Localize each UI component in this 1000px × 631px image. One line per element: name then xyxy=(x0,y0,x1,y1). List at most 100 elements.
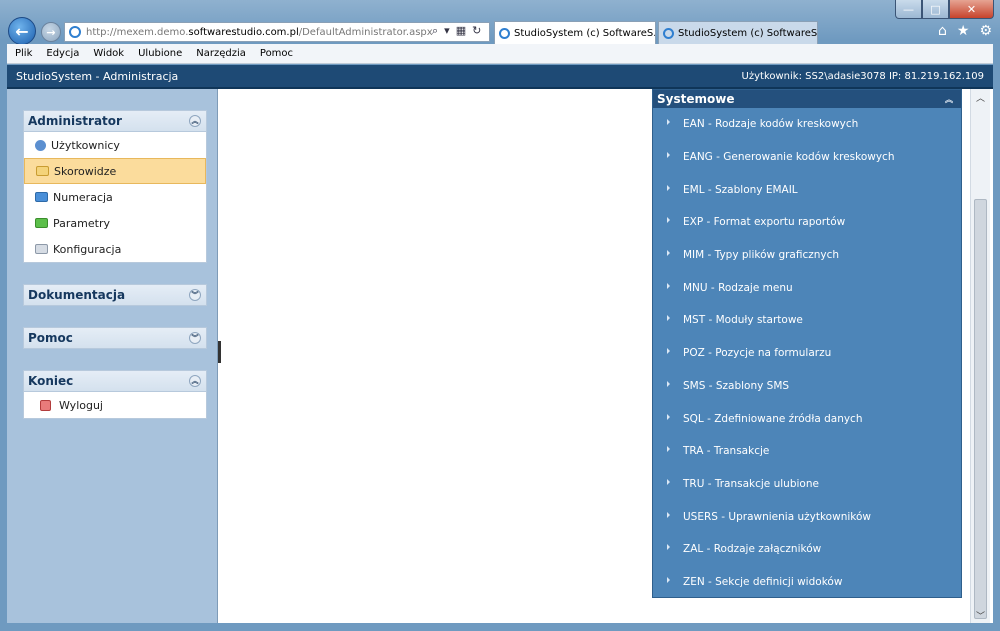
expand-icon[interactable]: ︾ xyxy=(189,289,201,301)
close-window-button[interactable]: ✕ xyxy=(949,0,994,19)
scroll-up-icon[interactable]: ︿ xyxy=(971,89,990,105)
menu-plik[interactable]: Plik xyxy=(15,48,32,59)
bullet-arrow-icon xyxy=(667,446,670,453)
systemowe-item[interactable]: SQL - Zdefiniowane źródła danych xyxy=(653,402,961,435)
systemowe-item[interactable]: EXP - Format exportu raportów xyxy=(653,206,961,239)
search-icon[interactable]: ⌕ xyxy=(432,24,438,38)
systemowe-item[interactable]: MIM - Typy plików graficznych xyxy=(653,239,961,272)
systemowe-item[interactable]: MST - Moduły startowe xyxy=(653,304,961,337)
systemowe-item-label: EANG - Generowanie kodów kreskowych xyxy=(683,151,895,164)
panel-header[interactable]: Dokumentacja ︾ xyxy=(23,284,207,306)
panel-koniec: Koniec ︽ Wyloguj xyxy=(23,370,207,419)
sidebar-item-uzytkownicy[interactable]: Użytkownicy xyxy=(24,132,206,158)
systemowe-item-label: TRU - Transakcje ulubione xyxy=(683,477,819,490)
ie-favicon-icon xyxy=(69,26,81,38)
panel-header[interactable]: Administrator ︽ xyxy=(23,110,207,132)
vertical-scrollbar[interactable]: ︿ ﹀ xyxy=(970,89,990,623)
folder-icon xyxy=(36,166,49,176)
systemowe-item-label: SMS - Szablony SMS xyxy=(683,379,790,392)
compat-view-icon[interactable]: ▦ xyxy=(456,24,466,38)
collapse-icon[interactable]: ︽ xyxy=(945,94,953,105)
bullet-arrow-icon xyxy=(667,478,670,485)
dropdown-icon[interactable]: ▾ xyxy=(444,24,450,38)
panel-title: Pomoc xyxy=(28,331,73,345)
bullet-arrow-icon xyxy=(667,152,670,159)
systemowe-item[interactable]: TRU - Transakcje ulubione xyxy=(653,468,961,501)
bullet-arrow-icon xyxy=(667,184,670,191)
systemowe-item[interactable]: SMS - Szablony SMS xyxy=(653,370,961,403)
panel-body: Użytkownicy Skorowidze Numeracja Paramet… xyxy=(23,132,207,263)
minimize-button[interactable]: — xyxy=(895,0,922,19)
panel-administrator: Administrator ︽ Użytkownicy Skorowidze N… xyxy=(23,110,207,263)
sidebar-item-wyloguj[interactable]: Wyloguj xyxy=(24,392,206,418)
menu-narzedzia[interactable]: Narzędzia xyxy=(196,48,246,59)
app-title: StudioSystem - Administracja xyxy=(16,69,179,83)
systemowe-item[interactable]: POZ - Pozycje na formularzu xyxy=(653,337,961,370)
ie-favicon-icon xyxy=(499,27,510,39)
systemowe-item-label: SQL - Zdefiniowane źródła danych xyxy=(683,412,863,425)
bullet-arrow-icon xyxy=(667,348,670,355)
expand-icon[interactable]: ︾ xyxy=(189,332,201,344)
maximize-button[interactable]: □ xyxy=(922,0,949,19)
bullet-arrow-icon xyxy=(667,511,670,518)
folder-gray-icon xyxy=(35,244,48,254)
panel-title: Administrator xyxy=(28,114,122,128)
panel-title: Dokumentacja xyxy=(28,288,126,302)
tab-active[interactable]: StudioSystem (c) SoftwareS... × xyxy=(494,21,656,44)
menu-pomoc[interactable]: Pomoc xyxy=(260,48,293,59)
collapse-icon[interactable]: ︽ xyxy=(189,375,201,387)
bullet-arrow-icon xyxy=(667,413,670,420)
address-suffix: /DefaultAdministrator.aspx xyxy=(298,26,433,38)
sidebar-item-skorowidze[interactable]: Skorowidze xyxy=(24,158,206,184)
systemowe-item[interactable]: EANG - Generowanie kodów kreskowych xyxy=(653,141,961,174)
home-icon[interactable]: ⌂ xyxy=(938,23,947,39)
tab-label: StudioSystem (c) SoftwareStud... xyxy=(678,27,818,39)
sidebar-item-numeracja[interactable]: Numeracja xyxy=(24,184,206,210)
menu-edycja[interactable]: Edycja xyxy=(46,48,79,59)
sidebar-item-label: Konfiguracja xyxy=(53,242,122,256)
browser-window: — □ ✕ ← → http://mexem.demo. softwarestud… xyxy=(0,0,1000,631)
users-icon xyxy=(35,139,46,151)
bullet-arrow-icon xyxy=(667,250,670,257)
sidebar-item-label: Parametry xyxy=(53,216,110,230)
systemowe-item[interactable]: ZAL - Rodzaje załączników xyxy=(653,533,961,566)
systemowe-item[interactable]: MNU - Rodzaje menu xyxy=(653,271,961,304)
systemowe-item[interactable]: EAN - Rodzaje kodów kreskowych xyxy=(653,108,961,141)
systemowe-item-label: MST - Moduły startowe xyxy=(683,314,803,327)
sidebar-item-parametry[interactable]: Parametry xyxy=(24,210,206,236)
scroll-down-icon[interactable]: ﹀ xyxy=(971,607,990,623)
forward-button[interactable]: → xyxy=(41,22,61,42)
systemowe-title: Systemowe xyxy=(657,92,735,106)
systemowe-item[interactable]: TRA - Transakcje xyxy=(653,435,961,468)
address-bar[interactable]: http://mexem.demo. softwarestudio.com.pl /… xyxy=(64,22,490,42)
menu-ulubione[interactable]: Ulubione xyxy=(138,48,182,59)
systemowe-header[interactable]: Systemowe ︽ xyxy=(653,90,961,108)
systemowe-item[interactable]: EML - Szablony EMAIL xyxy=(653,173,961,206)
systemowe-item-label: EXP - Format exportu raportów xyxy=(683,216,846,229)
gear-icon[interactable]: ⚙ xyxy=(979,23,992,39)
scroll-thumb[interactable] xyxy=(974,199,987,619)
favorites-star-icon[interactable]: ★ xyxy=(957,23,970,39)
back-button[interactable]: ← xyxy=(8,17,36,45)
panel-header[interactable]: Pomoc ︾ xyxy=(23,327,207,349)
menu-bar: Plik Edycja Widok Ulubione Narzędzia Pom… xyxy=(7,44,993,64)
arrow-left-icon: ← xyxy=(15,21,29,41)
refresh-icon[interactable]: ↻ xyxy=(472,24,481,38)
folder-green-icon xyxy=(35,218,48,228)
collapse-icon[interactable]: ︽ xyxy=(189,115,201,127)
tab-inactive[interactable]: StudioSystem (c) SoftwareStud... xyxy=(658,21,818,44)
sidebar-item-label: Użytkownicy xyxy=(51,138,120,152)
sidebar-item-label: Wyloguj xyxy=(59,398,103,412)
systemowe-item-label: EML - Szablony EMAIL xyxy=(683,183,798,196)
tab-label: StudioSystem (c) SoftwareS... xyxy=(514,27,656,39)
app-area: StudioSystem - Administracja Użytkownik:… xyxy=(7,65,993,623)
systemowe-list: EAN - Rodzaje kodów kreskowych EANG - Gen… xyxy=(653,108,961,598)
systemowe-item-label: MIM - Typy plików graficznych xyxy=(683,249,840,262)
systemowe-item-label: USERS - Uprawnienia użytkowników xyxy=(683,510,871,523)
systemowe-item[interactable]: USERS - Uprawnienia użytkowników xyxy=(653,500,961,533)
panel-header[interactable]: Koniec ︽ xyxy=(23,370,207,392)
systemowe-item[interactable]: ZEN - Sekcje definicji widoków xyxy=(653,566,961,599)
menu-widok[interactable]: Widok xyxy=(93,48,124,59)
address-domain: softwarestudio.com.pl xyxy=(188,26,299,38)
sidebar-item-konfiguracja[interactable]: Konfiguracja xyxy=(24,236,206,262)
